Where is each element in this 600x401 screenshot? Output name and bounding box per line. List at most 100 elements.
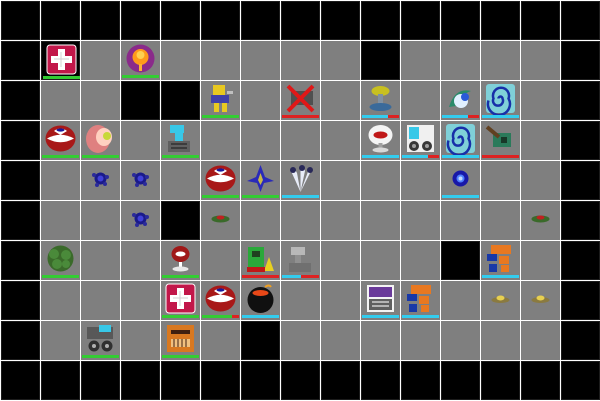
floor-tile[interactable] [401, 241, 440, 280]
floor-tile[interactable] [241, 121, 280, 160]
floor-tile[interactable] [281, 121, 320, 160]
yellow-satellite-dish-icon[interactable] [365, 83, 396, 114]
orange-blue-walker-icon[interactable] [485, 243, 516, 274]
floor-tile[interactable] [121, 281, 160, 320]
orange-crate-face-icon[interactable] [165, 323, 196, 354]
floor-tile[interactable] [81, 41, 120, 80]
blue-star-drone-icon[interactable] [245, 163, 276, 194]
floor-tile[interactable] [481, 321, 520, 360]
floor-tile[interactable] [361, 121, 400, 160]
floor-tile[interactable] [321, 121, 360, 160]
floor-tile[interactable] [201, 121, 240, 160]
floor-tile[interactable] [81, 281, 120, 320]
floor-tile[interactable] [401, 321, 440, 360]
floor-tile[interactable] [521, 321, 560, 360]
orange-flame-orb-icon[interactable] [125, 43, 156, 74]
floor-tile[interactable] [441, 41, 480, 80]
floor-tile[interactable] [521, 241, 560, 280]
floor-tile[interactable] [361, 281, 400, 320]
floor-tile[interactable] [201, 41, 240, 80]
floor-tile[interactable] [241, 161, 280, 200]
black-cauldron-bomb-icon[interactable] [245, 283, 276, 314]
purple-grey-generator-icon[interactable] [365, 283, 396, 314]
blue-spore-cluster-icon[interactable] [131, 169, 150, 188]
floor-tile[interactable] [81, 121, 120, 160]
white-cross-red-tile-icon[interactable] [165, 283, 196, 314]
red-white-pod-icon[interactable] [205, 163, 236, 194]
green-moss-plant-icon[interactable] [45, 243, 76, 274]
floor-tile[interactable] [441, 281, 480, 320]
floor-tile[interactable] [401, 121, 440, 160]
floor-tile[interactable] [121, 121, 160, 160]
cyan-gear-tank-icon[interactable] [405, 123, 436, 154]
floor-tile[interactable] [201, 161, 240, 200]
floor-tile[interactable] [281, 321, 320, 360]
floor-tile[interactable] [161, 161, 200, 200]
floor-tile[interactable] [401, 41, 440, 80]
floor-tile[interactable] [201, 281, 240, 320]
floor-tile[interactable] [281, 241, 320, 280]
red-sprout-pod-icon[interactable] [165, 243, 196, 274]
floor-tile[interactable] [41, 281, 80, 320]
floor-tile[interactable] [281, 41, 320, 80]
floor-tile[interactable] [401, 161, 440, 200]
floor-tile[interactable] [321, 81, 360, 120]
blue-energy-orb-icon[interactable] [445, 163, 476, 194]
green-yellow-bulldozer-icon[interactable] [245, 243, 276, 274]
floor-tile[interactable] [321, 201, 360, 240]
floor-tile[interactable] [81, 161, 120, 200]
floor-tile[interactable] [121, 201, 160, 240]
floor-tile[interactable] [121, 321, 160, 360]
white-cross-red-tile-icon[interactable] [46, 44, 77, 75]
floor-tile[interactable] [321, 241, 360, 280]
blue-spore-cluster-icon[interactable] [91, 169, 110, 188]
floor-tile[interactable] [481, 161, 520, 200]
floor-tile[interactable] [481, 121, 520, 160]
floor-tile[interactable] [521, 41, 560, 80]
pink-blob-creature-icon[interactable] [85, 123, 116, 154]
floor-tile[interactable] [241, 241, 280, 280]
floor-tile[interactable] [161, 241, 200, 280]
floor-tile[interactable] [521, 121, 560, 160]
floor-tile[interactable] [521, 161, 560, 200]
yellow-blue-mech-icon[interactable] [205, 83, 236, 114]
floor-tile[interactable] [521, 281, 560, 320]
floor-tile[interactable] [41, 81, 80, 120]
green-cannon-tile-icon[interactable] [485, 123, 516, 154]
cyan-robot-icon[interactable] [165, 123, 196, 154]
white-feather-plume-icon[interactable] [285, 163, 316, 194]
floor-tile[interactable] [281, 201, 320, 240]
floor-tile[interactable] [441, 321, 480, 360]
floor-tile[interactable] [121, 41, 160, 80]
floor-tile[interactable] [321, 321, 360, 360]
floor-tile[interactable] [481, 201, 520, 240]
floor-tile[interactable] [401, 281, 440, 320]
floor-tile[interactable] [161, 121, 200, 160]
floor-tile[interactable] [441, 161, 480, 200]
floor-tile[interactable] [161, 321, 200, 360]
red-x-crossed-unit-icon[interactable] [285, 83, 316, 114]
orange-blue-walker-icon[interactable] [405, 283, 436, 314]
floor-tile[interactable] [361, 161, 400, 200]
floor-tile[interactable] [201, 201, 240, 240]
floor-tile[interactable] [81, 81, 120, 120]
floor-tile[interactable] [481, 41, 520, 80]
floor-tile[interactable] [41, 201, 80, 240]
floor-tile[interactable] [521, 81, 560, 120]
blue-spore-cluster-icon[interactable] [131, 209, 150, 228]
floor-tile[interactable] [81, 201, 120, 240]
floor-tile[interactable] [41, 321, 80, 360]
red-white-pod-icon[interactable] [205, 283, 236, 314]
floor-tile[interactable] [241, 201, 280, 240]
floor-tile[interactable] [241, 81, 280, 120]
floor-tile[interactable] [481, 81, 520, 120]
green-blue-swirl-icon[interactable] [445, 83, 476, 114]
yellow-saucer-mine-icon[interactable] [491, 289, 510, 308]
floor-tile[interactable] [81, 241, 120, 280]
floor-tile[interactable] [441, 201, 480, 240]
grey-turret-icon[interactable] [285, 243, 316, 274]
floor-tile[interactable] [281, 161, 320, 200]
floor-tile[interactable] [201, 241, 240, 280]
floor-tile[interactable] [321, 41, 360, 80]
floor-tile[interactable] [281, 81, 320, 120]
